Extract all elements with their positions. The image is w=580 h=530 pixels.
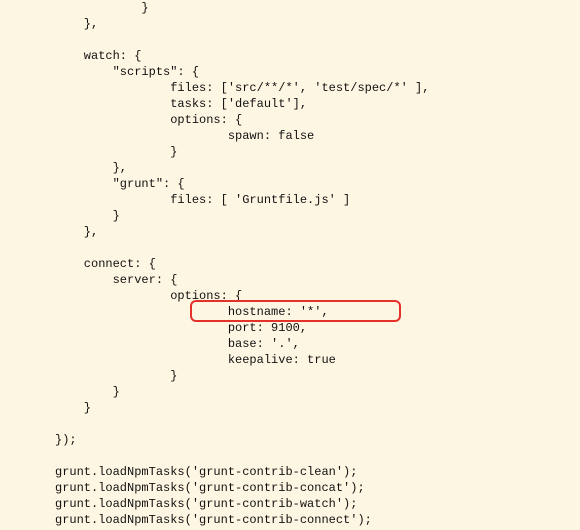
code-line: keepalive: true bbox=[55, 353, 336, 367]
code-line: }); bbox=[55, 433, 77, 447]
code-line: grunt.loadNpmTasks('grunt-contrib-connec… bbox=[55, 513, 372, 527]
code-line: grunt.loadNpmTasks('grunt-contrib-clean'… bbox=[55, 465, 357, 479]
code-line: }, bbox=[55, 225, 98, 239]
code-content: } }, watch: { "scripts": { files: ['src/… bbox=[55, 1, 429, 530]
code-line: grunt.loadNpmTasks('grunt-contrib-concat… bbox=[55, 481, 365, 495]
code-block: } }, watch: { "scripts": { files: ['src/… bbox=[0, 0, 580, 530]
code-line: }, bbox=[55, 17, 98, 31]
code-line: } bbox=[55, 1, 149, 15]
code-line: } bbox=[55, 145, 177, 159]
code-line: } bbox=[55, 209, 120, 223]
code-line: tasks: ['default'], bbox=[55, 97, 307, 111]
code-line: }, bbox=[55, 161, 127, 175]
code-line: base: '.', bbox=[55, 337, 300, 351]
code-line: port: 9100, bbox=[55, 321, 307, 335]
code-line: } bbox=[55, 401, 91, 415]
code-line: server: { bbox=[55, 273, 177, 287]
code-line: } bbox=[55, 369, 177, 383]
code-line: "grunt": { bbox=[55, 177, 185, 191]
code-line: files: ['src/**/*', 'test/spec/*' ], bbox=[55, 81, 429, 95]
code-line: options: { bbox=[55, 113, 242, 127]
code-line: "scripts": { bbox=[55, 65, 199, 79]
code-line: connect: { bbox=[55, 257, 156, 271]
code-line: watch: { bbox=[55, 49, 141, 63]
code-line: hostname: '*', bbox=[55, 305, 329, 319]
code-line: options: { bbox=[55, 289, 242, 303]
code-line: files: [ 'Gruntfile.js' ] bbox=[55, 193, 350, 207]
code-line: spawn: false bbox=[55, 129, 314, 143]
code-line: } bbox=[55, 385, 120, 399]
code-line: grunt.loadNpmTasks('grunt-contrib-watch'… bbox=[55, 497, 357, 511]
